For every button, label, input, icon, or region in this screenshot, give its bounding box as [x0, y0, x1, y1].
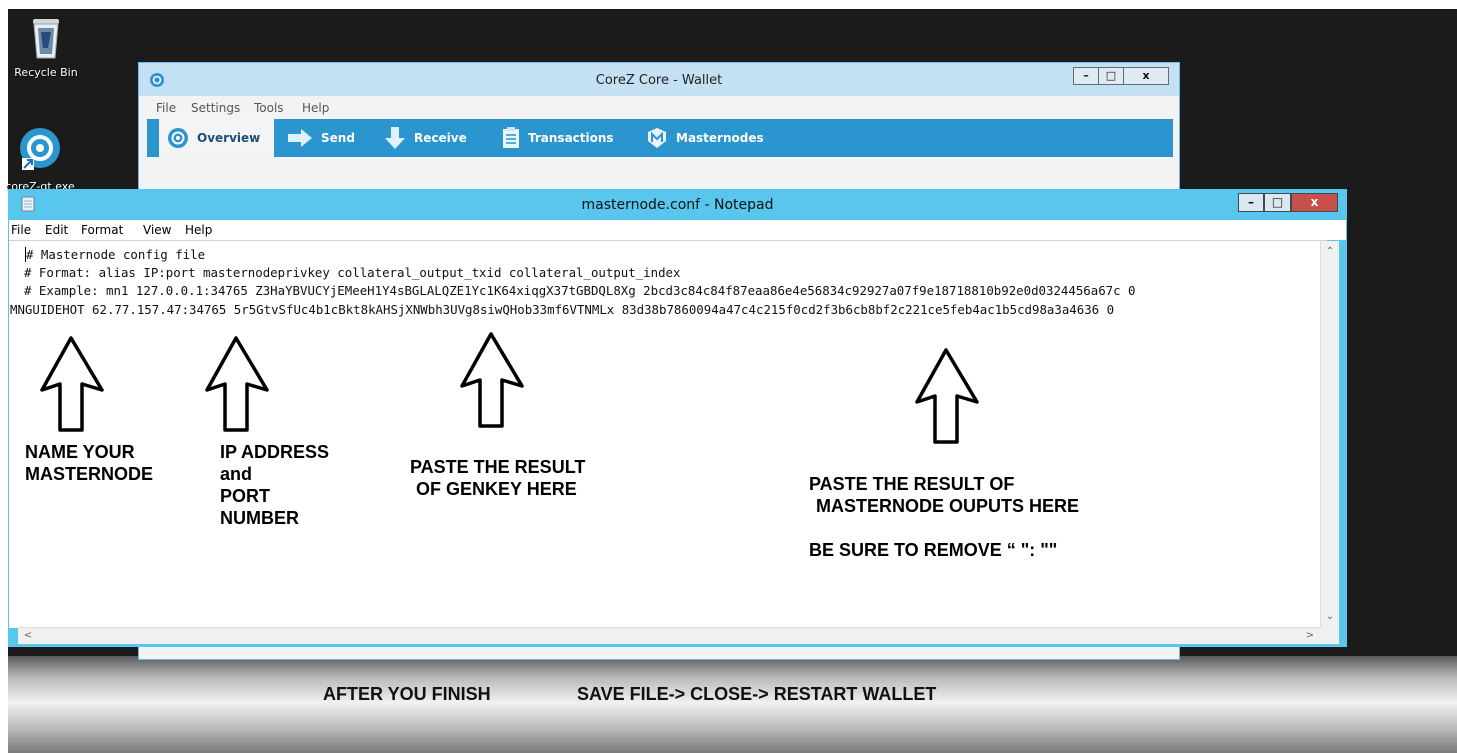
corez-app-icon — [20, 128, 60, 170]
notepad-menu-file[interactable]: File — [11, 223, 31, 237]
tab-transactions[interactable]: Transactions — [502, 119, 614, 157]
annotation-ip-line: IP ADDRESS — [220, 442, 330, 462]
annotation-genkey-line: OF GENKEY HERE — [416, 479, 577, 499]
wallet-toolbar: Overview Send Receive Transactions Maste… — [147, 119, 1173, 157]
arrow-up-icon — [205, 336, 269, 432]
overview-icon — [167, 127, 189, 149]
recycle-bin-icon — [33, 19, 59, 59]
scroll-down-icon[interactable]: ⌄ — [1322, 609, 1338, 625]
arrow-up-icon — [40, 336, 104, 432]
transactions-icon — [502, 127, 520, 149]
wallet-menu-help[interactable]: Help — [302, 101, 329, 115]
wallet-menu-tools[interactable]: Tools — [254, 101, 284, 115]
footer-after-text: AFTER YOU FINISH — [323, 684, 491, 704]
wallet-title: CoreZ Core - Wallet — [595, 73, 723, 88]
tab-receive-label: Receive — [414, 131, 467, 145]
config-line-example: # Example: mn1 127.0.0.1:34765 Z3HaYBVUC… — [24, 283, 1136, 298]
tab-masternodes[interactable]: Masternodes — [646, 119, 764, 157]
resize-grip[interactable] — [1320, 627, 1339, 644]
annotation-name-line: MASTERNODE — [25, 464, 154, 484]
arrow-up-icon — [915, 348, 979, 444]
annotation-ip: IP ADDRESS and PORT NUMBER — [220, 441, 329, 529]
notepad-menu-edit[interactable]: Edit — [45, 223, 68, 237]
notepad-menu-help[interactable]: Help — [185, 223, 212, 237]
tab-masternodes-label: Masternodes — [676, 131, 764, 145]
wallet-menu-settings[interactable]: Settings — [191, 101, 240, 115]
tab-overview-label: Overview — [197, 131, 261, 145]
annotation-ip-line: PORT — [220, 486, 271, 506]
config-line-format: # Format: alias IP:port masternodeprivke… — [24, 265, 681, 280]
wallet-close-button[interactable]: x — [1123, 67, 1169, 85]
notepad-vertical-scrollbar[interactable]: ⌃ ⌄ — [1320, 241, 1339, 630]
wallet-maximize-button[interactable]: □ — [1098, 67, 1124, 85]
notepad-menu-view[interactable]: View — [143, 223, 171, 237]
notepad-horizontal-scrollbar[interactable]: < > — [18, 627, 1320, 644]
recycle-bin-label: Recycle Bin — [14, 66, 78, 79]
scroll-left-icon[interactable]: < — [20, 628, 36, 644]
annotation-genkey: PASTE THE RESULT OF GENKEY HERE — [410, 456, 585, 500]
wallet-menu-file[interactable]: File — [156, 101, 176, 115]
annotation-ip-line: NUMBER — [220, 508, 299, 528]
annotation-outputs-line: MASTERNODE OUPUTS HERE — [816, 496, 1080, 516]
notepad-minimize-button[interactable]: – — [1238, 193, 1264, 212]
annotation-name: NAME YOUR MASTERNODE — [25, 441, 153, 485]
corez-shortcut[interactable]: coreZ-qt.exe — [0, 124, 86, 193]
send-arrow-icon — [287, 128, 313, 148]
annotation-outputs: PASTE THE RESULT OF MASTERNODE OUPUTS HE… — [809, 473, 1079, 517]
wallet-titlebar[interactable]: CoreZ Core - Wallet – □ x — [139, 63, 1179, 96]
annotation-remove: BE SURE TO REMOVE “ ": "" — [809, 540, 1058, 560]
notepad-menubar: File Edit Format View Help — [9, 220, 1346, 240]
tab-send-label: Send — [321, 131, 355, 145]
wallet-minimize-button[interactable]: – — [1073, 67, 1099, 85]
tab-receive[interactable]: Receive — [384, 119, 467, 157]
notepad-menu-format[interactable]: Format — [81, 223, 123, 237]
annotation-outputs-line: PASTE THE RESULT OF — [809, 474, 1015, 494]
arrow-up-icon — [460, 332, 524, 428]
tab-send[interactable]: Send — [287, 119, 355, 157]
notepad-text-area[interactable]: # Masternode config file # Format: alias… — [9, 240, 1327, 628]
tab-overview[interactable]: Overview — [159, 119, 275, 157]
tab-transactions-label: Transactions — [528, 131, 614, 145]
scroll-up-icon[interactable]: ⌃ — [1322, 244, 1338, 260]
footer-steps-text: SAVE FILE-> CLOSE-> RESTART WALLET — [577, 684, 937, 704]
annotation-ip-line: and — [220, 464, 253, 484]
config-line-masternode: MNGUIDEHOT 62.77.157.47:34765 5r5GtvSfUc… — [10, 302, 1115, 317]
wallet-menubar: File Settings Tools Help — [139, 98, 1179, 118]
masternodes-icon — [646, 127, 668, 149]
annotation-name-line: NAME YOUR — [25, 442, 135, 462]
notepad-title: masternode.conf - Notepad — [581, 197, 774, 213]
recycle-bin[interactable]: Recycle Bin — [0, 14, 92, 79]
notepad-close-button[interactable]: x — [1291, 193, 1338, 212]
receive-arrow-icon — [384, 126, 406, 150]
annotation-genkey-line: PASTE THE RESULT — [410, 457, 586, 477]
config-line-comment: # Masternode config file — [26, 247, 206, 262]
notepad-maximize-button[interactable]: □ — [1264, 193, 1291, 212]
scroll-right-icon[interactable]: > — [1302, 628, 1318, 644]
